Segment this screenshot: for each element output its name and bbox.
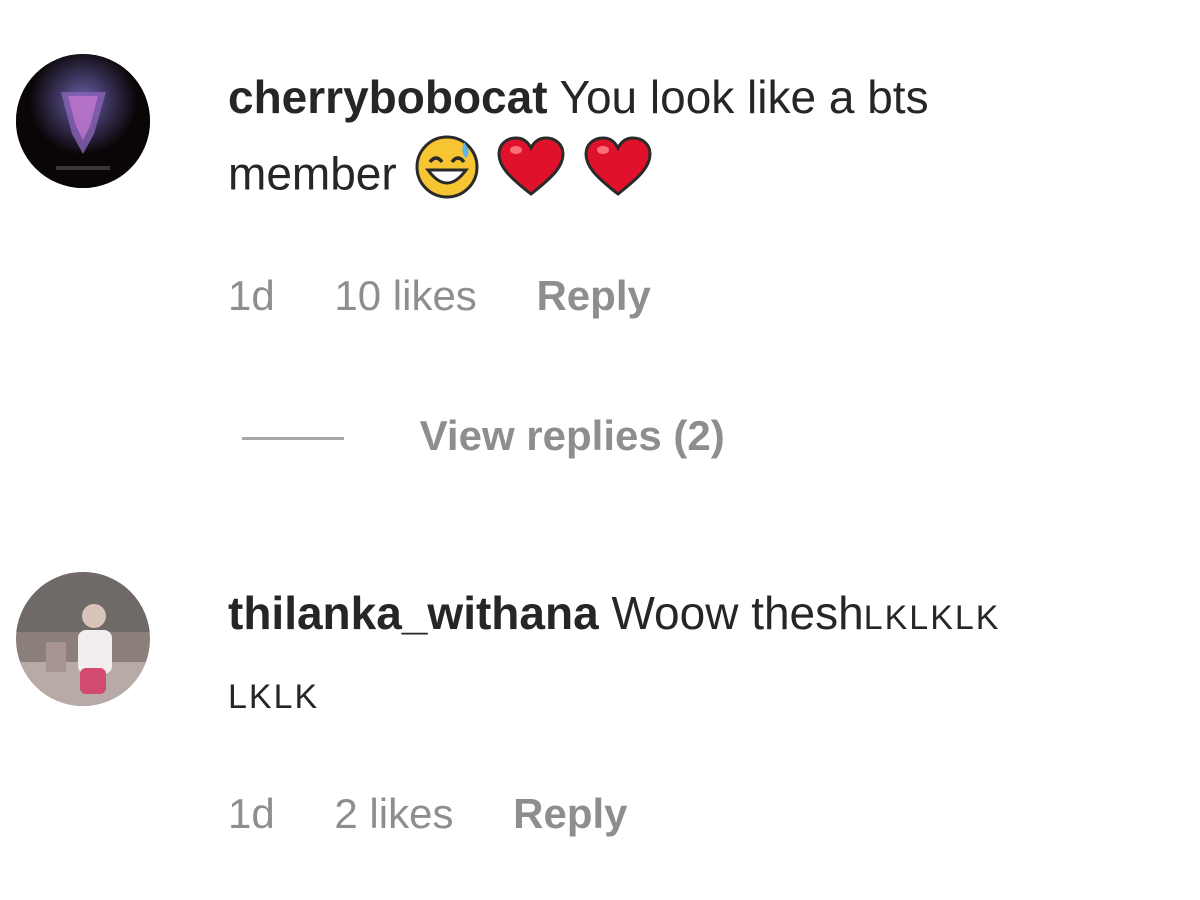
avatar[interactable] — [16, 572, 150, 706]
comment-username[interactable]: thilanka_withana — [228, 587, 599, 639]
comment-meta: 1d 2 likes Reply — [228, 790, 676, 838]
divider-line — [242, 437, 344, 441]
comment-text: cherrybobocat You look like a bts member — [228, 60, 1178, 221]
comment-likes[interactable]: 2 likes — [334, 790, 453, 837]
comment-text-line1: You look like a bts — [559, 71, 929, 123]
comment-time[interactable]: 1d — [228, 272, 275, 319]
view-replies-label: View replies (2) — [419, 412, 725, 459]
red-heart-emoji — [496, 136, 566, 219]
avatar[interactable] — [16, 54, 150, 188]
comment-time[interactable]: 1d — [228, 790, 275, 837]
grinning-sweat-emoji — [414, 134, 480, 221]
comment-meta: 1d 10 likes Reply — [228, 272, 699, 320]
comment-text-line1: Woow thesh — [611, 587, 864, 639]
view-replies-button[interactable]: View replies (2) — [242, 412, 725, 460]
comment-text-line2: member — [228, 147, 397, 200]
reply-button[interactable]: Reply — [513, 790, 627, 837]
comment-username[interactable]: cherrybobocat — [228, 71, 548, 123]
comment-text: thilanka_withana Woow theshLKLKLK LKLK — [228, 576, 1178, 734]
comment-text-line2: LKLK — [228, 678, 320, 716]
reply-button[interactable]: Reply — [536, 272, 650, 319]
red-heart-emoji — [583, 136, 653, 219]
comment-text-caps: LKLKLK — [863, 599, 1001, 637]
comment-likes[interactable]: 10 likes — [334, 272, 476, 319]
